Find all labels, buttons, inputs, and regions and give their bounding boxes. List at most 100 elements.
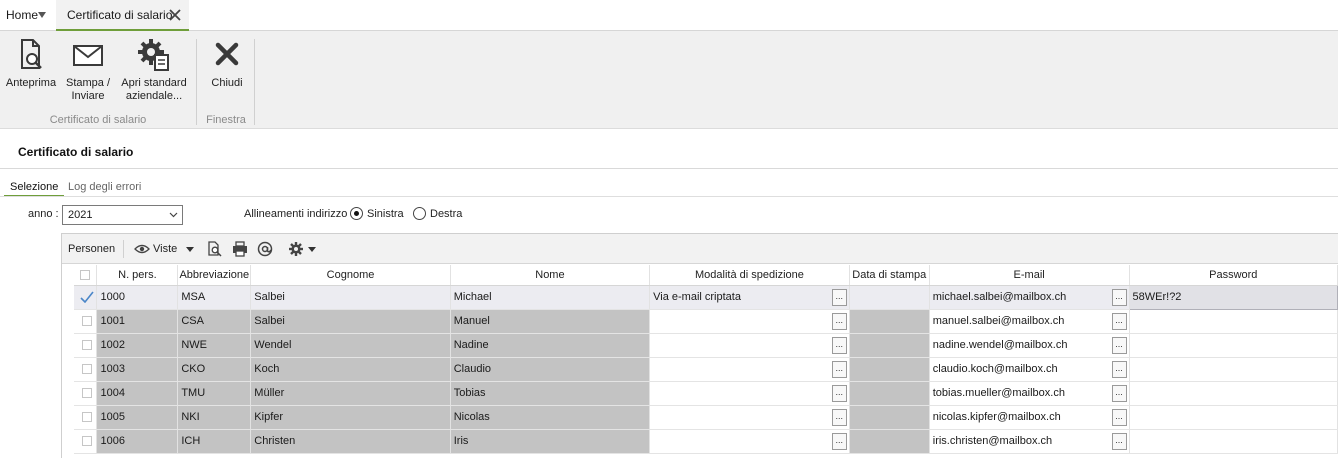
radio-destra[interactable] <box>413 207 426 220</box>
cell-email[interactable]: michael.salbei@mailbox.ch... <box>929 285 1130 310</box>
cell-mode[interactable]: ... <box>649 309 850 334</box>
tab-home[interactable]: Home <box>6 0 38 31</box>
ellipsis-button[interactable]: ... <box>831 288 847 306</box>
cell-first-name[interactable]: Nadine <box>450 333 651 358</box>
row-checkbox[interactable] <box>81 436 92 447</box>
cell-num[interactable]: 1005 <box>96 405 179 430</box>
cell-abbr[interactable]: MSA <box>177 285 252 310</box>
header-cell[interactable]: E-mail <box>929 265 1130 286</box>
table-row[interactable]: 1005 NKI Kipfer Nicolas ... nicolas.kipf… <box>74 405 1338 430</box>
views-button[interactable]: Viste <box>153 234 177 264</box>
cell-date[interactable] <box>849 309 930 334</box>
cell-email[interactable]: nadine.wendel@mailbox.ch... <box>929 333 1130 358</box>
row-checkbox-cell[interactable] <box>74 357 98 382</box>
ellipsis-button[interactable]: ... <box>831 312 847 330</box>
preview-icon[interactable] <box>207 241 223 257</box>
tab-certificato[interactable]: Certificato di salario <box>56 0 189 31</box>
cell-abbr[interactable]: NKI <box>177 405 252 430</box>
cell-abbr[interactable]: CKO <box>177 357 252 382</box>
table-row[interactable]: 1004 TMU Müller Tobias ... tobias.muelle… <box>74 381 1338 406</box>
row-checkbox-cell[interactable] <box>74 405 98 430</box>
cell-password[interactable]: 58WEr!?2 <box>1128 284 1338 310</box>
print-send-button[interactable]: Stampa / Inviare <box>62 37 114 103</box>
ellipsis-button[interactable]: ... <box>1111 432 1127 450</box>
cell-num[interactable]: 1000 <box>96 285 179 310</box>
row-checkbox[interactable] <box>81 340 92 351</box>
ellipsis-button[interactable]: ... <box>1111 288 1127 306</box>
cell-password[interactable] <box>1129 357 1338 382</box>
cell-num[interactable]: 1002 <box>96 333 179 358</box>
cell-last-name[interactable]: Wendel <box>250 333 451 358</box>
ellipsis-button[interactable]: ... <box>1111 384 1127 402</box>
cell-email[interactable]: tobias.mueller@mailbox.ch... <box>929 381 1130 406</box>
row-checkbox-cell[interactable] <box>74 285 98 310</box>
cell-email[interactable]: claudio.koch@mailbox.ch... <box>929 357 1130 382</box>
cell-num[interactable]: 1001 <box>96 309 179 334</box>
cell-mode[interactable]: ... <box>649 333 850 358</box>
gear-icon[interactable] <box>288 241 304 257</box>
cell-abbr[interactable]: CSA <box>177 309 252 334</box>
cell-password[interactable] <box>1129 405 1338 430</box>
cell-abbr[interactable]: TMU <box>177 381 252 406</box>
header-cell[interactable]: Password <box>1129 265 1338 286</box>
cell-password[interactable] <box>1129 333 1338 358</box>
cell-date[interactable] <box>849 285 930 310</box>
cell-last-name[interactable]: Christen <box>250 429 451 454</box>
ellipsis-button[interactable]: ... <box>831 360 847 378</box>
cell-mode[interactable]: Via e-mail criptata... <box>649 285 850 310</box>
tab-selezione[interactable]: Selezione <box>4 181 64 197</box>
cell-first-name[interactable]: Tobias <box>450 381 651 406</box>
chevron-down-icon[interactable] <box>186 247 194 253</box>
cell-last-name[interactable]: Salbei <box>250 309 451 334</box>
tab-log-errori[interactable]: Log degli errori <box>68 181 141 193</box>
cell-first-name[interactable]: Iris <box>450 429 651 454</box>
radio-sinistra[interactable] <box>350 207 363 220</box>
row-checkbox[interactable] <box>81 412 92 423</box>
cell-last-name[interactable]: Kipfer <box>250 405 451 430</box>
ellipsis-button[interactable]: ... <box>831 336 847 354</box>
cell-mode[interactable]: ... <box>649 357 850 382</box>
header-cell[interactable]: N. pers. <box>96 265 179 286</box>
cell-date[interactable] <box>849 333 930 358</box>
table-row[interactable]: 1003 CKO Koch Claudio ... claudio.koch@m… <box>74 357 1338 382</box>
cell-mode[interactable]: ... <box>649 405 850 430</box>
row-checkbox-cell[interactable] <box>74 381 98 406</box>
ellipsis-button[interactable]: ... <box>831 432 847 450</box>
cell-last-name[interactable]: Müller <box>250 381 451 406</box>
header-cell[interactable]: Cognome <box>250 265 451 286</box>
printer-icon[interactable] <box>232 241 248 257</box>
row-checkbox-cell[interactable] <box>74 309 98 334</box>
cell-email[interactable]: manuel.salbei@mailbox.ch... <box>929 309 1130 334</box>
cell-password[interactable] <box>1129 309 1338 334</box>
cell-date[interactable] <box>849 381 930 406</box>
header-cell[interactable]: Nome <box>450 265 651 286</box>
row-checkbox-cell[interactable] <box>74 429 98 454</box>
cell-num[interactable]: 1004 <box>96 381 179 406</box>
row-checkbox[interactable] <box>81 388 92 399</box>
ellipsis-button[interactable]: ... <box>1111 336 1127 354</box>
year-select[interactable]: 2021 <box>62 205 183 225</box>
cell-first-name[interactable]: Claudio <box>450 357 651 382</box>
cell-first-name[interactable]: Michael <box>450 285 651 310</box>
table-row[interactable]: 1000 MSA Salbei Michael Via e-mail cript… <box>74 284 1338 310</box>
cell-email[interactable]: iris.christen@mailbox.ch... <box>929 429 1130 454</box>
cell-password[interactable] <box>1129 429 1338 454</box>
table-row[interactable]: 1006 ICH Christen Iris ... iris.christen… <box>74 429 1338 454</box>
ellipsis-button[interactable]: ... <box>831 408 847 426</box>
header-select-all[interactable] <box>74 265 98 286</box>
cell-mode[interactable]: ... <box>649 381 850 406</box>
header-cell[interactable]: Modalità di spedizione <box>649 265 850 286</box>
table-row[interactable]: 1001 CSA Salbei Manuel ... manuel.salbei… <box>74 309 1338 334</box>
ellipsis-button[interactable]: ... <box>1111 312 1127 330</box>
cell-date[interactable] <box>849 357 930 382</box>
row-checkbox[interactable] <box>81 364 92 375</box>
close-button[interactable]: Chiudi <box>204 37 250 90</box>
select-all-checkbox[interactable] <box>80 269 91 280</box>
chevron-down-icon[interactable] <box>38 12 46 18</box>
cell-first-name[interactable]: Manuel <box>450 309 651 334</box>
row-checkbox[interactable] <box>81 316 92 327</box>
open-standard-button[interactable]: Apri standard aziendale... <box>118 37 190 103</box>
cell-email[interactable]: nicolas.kipfer@mailbox.ch... <box>929 405 1130 430</box>
checkmark-icon[interactable] <box>80 291 94 304</box>
header-cell[interactable]: Data di stampa <box>849 265 930 286</box>
